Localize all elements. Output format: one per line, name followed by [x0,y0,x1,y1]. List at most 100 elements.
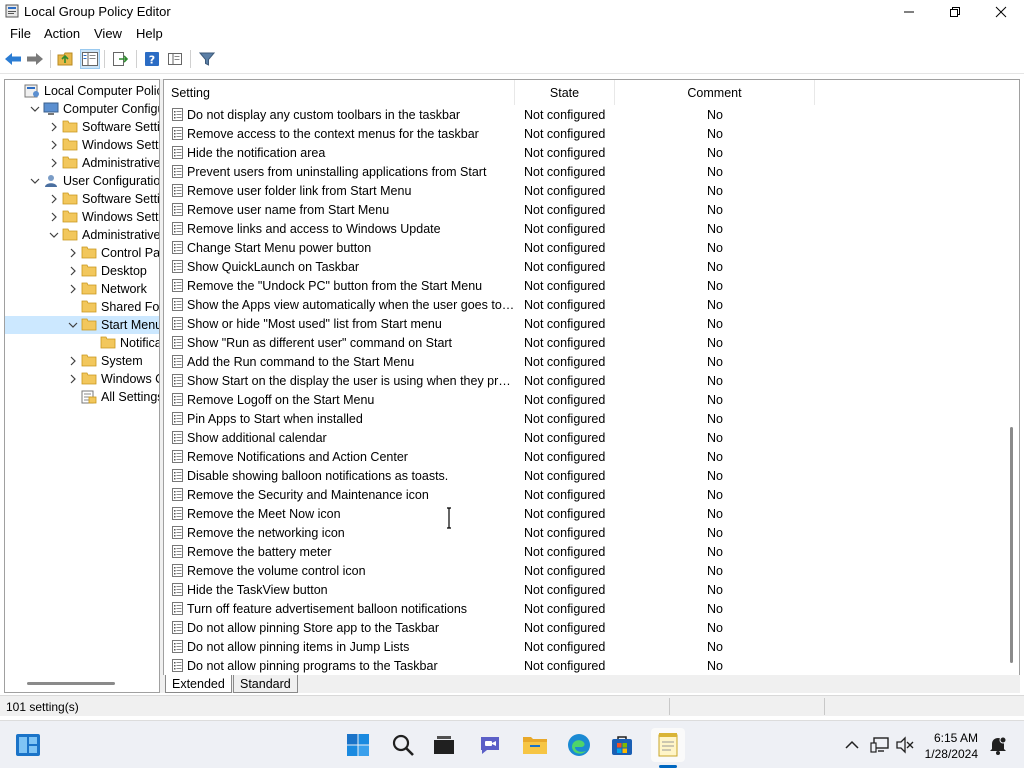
column-header-state[interactable]: State [515,80,615,105]
menu-help[interactable]: Help [136,26,163,41]
chevron-right-icon[interactable] [68,248,78,258]
chevron-right-icon[interactable] [68,356,78,366]
table-row[interactable]: Remove Logoff on the Start Menu Not confi… [164,390,1004,409]
table-row[interactable]: Show QuickLaunch on Taskbar Not configure… [164,257,1004,276]
store-button[interactable] [608,731,636,759]
tree-pane[interactable]: Local Computer Policy Computer Configurat… [4,79,160,693]
chevron-down-icon[interactable] [30,176,40,186]
edge-button[interactable] [565,731,593,759]
tree-item[interactable]: System [5,352,159,370]
tree-horizontal-scrollbar[interactable] [27,682,115,685]
table-row[interactable]: Remove the networking icon Not configured… [164,523,1004,542]
table-row[interactable]: Change Start Menu power button Not config… [164,238,1004,257]
tree-item[interactable]: Windows Settings [5,136,159,154]
tree-item[interactable]: Notifications [5,334,159,352]
table-row[interactable]: Remove the "Undock PC" button from the S… [164,276,1004,295]
system-clock[interactable]: 6:15 AM 1/28/2024 [925,730,978,762]
table-row[interactable]: Remove Notifications and Action Center No… [164,447,1004,466]
column-header-setting[interactable]: Setting [164,80,515,105]
start-button[interactable] [344,731,372,759]
table-row[interactable]: Show Start on the display the user is us… [164,371,1004,390]
table-row[interactable]: Remove user folder link from Start Menu N… [164,181,1004,200]
column-header-comment[interactable]: Comment [615,80,815,105]
table-row[interactable]: Do not allow pinning programs to the Tas… [164,656,1004,675]
table-row[interactable]: Show the Apps view automatically when th… [164,295,1004,314]
tree-item[interactable]: Windows Components [5,370,159,388]
tree-item[interactable]: Computer Configuration [5,100,159,118]
tab-extended[interactable]: Extended [165,675,232,693]
tab-standard[interactable]: Standard [233,675,298,693]
export-list-button[interactable] [110,49,130,69]
table-row[interactable]: Remove links and access to Windows Updat… [164,219,1004,238]
table-row[interactable]: Do not display any custom toolbars in th… [164,105,1004,124]
table-row[interactable]: Hide the TaskView button Not configured No [164,580,1004,599]
chevron-right-icon[interactable] [68,374,78,384]
widgets-button[interactable] [14,731,42,759]
network-status-button[interactable] [866,731,894,759]
volume-button[interactable] [891,731,919,759]
back-button[interactable] [3,49,23,69]
tree-item[interactable]: Desktop [5,262,159,280]
table-row[interactable]: Remove the Security and Maintenance icon… [164,485,1004,504]
close-button[interactable] [978,0,1024,23]
table-row[interactable]: Hide the notification area Not configured… [164,143,1004,162]
tree-item[interactable]: All Settings [5,388,159,406]
tree-item[interactable]: Start Menu and Taskbar [5,316,159,334]
menu-file[interactable]: File [10,26,31,41]
tree-item[interactable]: Administrative Templates [5,226,159,244]
tree-item[interactable]: Administrative Templates [5,154,159,172]
chevron-right-icon[interactable] [68,284,78,294]
chevron-right-icon[interactable] [49,158,59,168]
chevron-right-icon[interactable] [49,194,59,204]
table-row[interactable]: Turn off feature advertisement balloon n… [164,599,1004,618]
table-row[interactable]: Remove the battery meter Not configured No [164,542,1004,561]
help-button[interactable]: ? [142,49,162,69]
tree-item[interactable]: Network [5,280,159,298]
table-row[interactable]: Show "Run as different user" command on … [164,333,1004,352]
table-row[interactable]: Remove user name from Start Menu Not conf… [164,200,1004,219]
table-row[interactable]: Remove the Meet Now icon Not configured No [164,504,1004,523]
chevron-down-icon[interactable] [68,320,78,330]
menu-view[interactable]: View [94,26,122,41]
properties-button[interactable] [165,49,185,69]
list-vertical-scrollbar[interactable] [1005,80,1019,675]
tree-item[interactable]: Local Computer Policy [5,82,159,100]
file-explorer-button[interactable] [521,731,549,759]
tree-item[interactable]: Control Panel [5,244,159,262]
maximize-button[interactable] [932,0,978,23]
notifications-button[interactable] [984,731,1012,759]
table-row[interactable]: Disable showing balloon notifications as… [164,466,1004,485]
chevron-right-icon[interactable] [68,266,78,276]
tree-item[interactable]: User Configuration [5,172,159,190]
forward-button[interactable] [25,49,45,69]
task-view-button[interactable] [430,731,458,759]
table-row[interactable]: Remove the volume control icon Not config… [164,561,1004,580]
chevron-down-icon[interactable] [49,230,59,240]
table-row[interactable]: Prevent users from uninstalling applicat… [164,162,1004,181]
settings-list[interactable]: Setting State Comment Do not display any… [163,79,1020,693]
notepad-button[interactable] [651,728,685,762]
table-row[interactable]: Pin Apps to Start when installed Not conf… [164,409,1004,428]
search-button[interactable] [389,731,417,759]
up-one-level-button[interactable] [56,49,76,69]
menu-action[interactable]: Action [44,26,80,41]
chat-button[interactable] [476,731,504,759]
show-hidden-icons-button[interactable] [838,731,866,759]
chevron-right-icon[interactable] [49,140,59,150]
table-row[interactable]: Show or hide "Most used" list from Start… [164,314,1004,333]
minimize-button[interactable] [886,0,932,23]
table-row[interactable]: Add the Run command to the Start Menu Not… [164,352,1004,371]
tree-item[interactable]: Windows Settings [5,208,159,226]
chevron-right-icon[interactable] [49,122,59,132]
tree-item[interactable]: Software Settings [5,118,159,136]
table-row[interactable]: Show additional calendar Not configured No [164,428,1004,447]
tree-item[interactable]: Software Settings [5,190,159,208]
table-row[interactable]: Do not allow pinning items in Jump Lists… [164,637,1004,656]
tree-item[interactable]: Shared Folders [5,298,159,316]
table-row[interactable]: Do not allow pinning Store app to the Ta… [164,618,1004,637]
filter-button[interactable] [197,49,217,69]
chevron-right-icon[interactable] [49,212,59,222]
table-row[interactable]: Remove access to the context menus for t… [164,124,1004,143]
title-bar[interactable]: Local Group Policy Editor [0,0,1024,23]
chevron-down-icon[interactable] [30,104,40,114]
